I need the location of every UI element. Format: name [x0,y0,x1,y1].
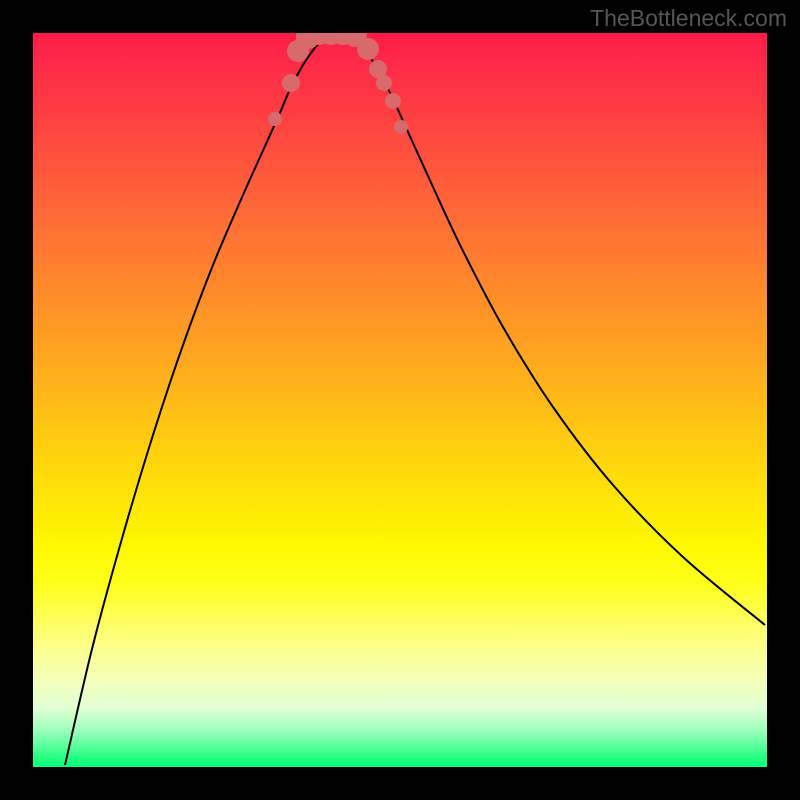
data-point [376,75,392,91]
data-point [268,112,282,126]
bottleneck-chart [33,33,767,767]
plot-area [33,33,767,767]
data-point [385,93,401,109]
data-point [357,38,379,60]
curve-line [65,33,765,765]
chart-container: TheBottleneck.com [0,0,800,800]
data-points [268,33,408,134]
data-point [394,120,408,134]
data-point [282,74,300,92]
watermark-text: TheBottleneck.com [590,5,787,32]
series-curve [65,33,765,765]
